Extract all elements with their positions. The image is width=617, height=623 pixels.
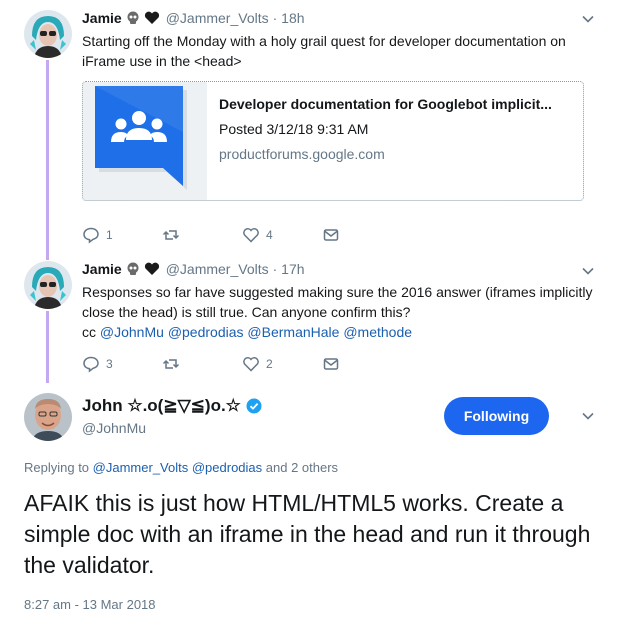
black-heart-icon [144,11,160,25]
author-handle[interactable]: @Jammer_Volts [166,261,269,277]
retweet-icon [162,230,180,240]
replying-to: Replying to @Jammer_Volts @pedrodias and… [24,460,338,475]
thread-line [46,311,49,383]
tweet-time[interactable]: · 18h [273,10,305,26]
author-handle[interactable]: @Jammer_Volts [166,10,269,26]
link-card[interactable]: Developer documentation for Googlebot im… [82,81,584,201]
skull-icon [126,262,140,276]
author-name[interactable]: Jamie [82,261,122,277]
mail-icon [323,358,339,370]
avatar[interactable] [24,10,72,58]
author-name[interactable]: Jamie [82,10,122,26]
retweet-button[interactable] [162,226,242,244]
author-handle[interactable]: @JohnMu [82,420,262,436]
reply-button[interactable]: 3 [82,355,162,373]
message-button[interactable] [322,226,402,244]
replying-prefix: Replying to [24,460,90,475]
main-tweet-text: AFAIK this is just how HTML/HTML5 works.… [24,490,591,578]
reply-count: 3 [106,357,113,371]
tweet-actions: 1 4 [82,225,402,245]
avatar[interactable] [24,393,72,441]
verified-icon [246,398,262,414]
replying-suffix[interactable]: and 2 others [266,460,338,475]
like-count: 4 [266,228,273,242]
google-groups-logo [95,86,187,190]
cc-prefix: cc [82,324,96,340]
heart-icon [243,228,259,243]
message-button[interactable] [322,355,402,373]
reply-icon [83,356,99,373]
mention-link[interactable]: @JohnMu [100,324,164,340]
following-button[interactable]: Following [444,397,549,435]
tweet-text: Starting off the Monday with a holy grai… [82,33,566,69]
reply-icon [83,227,99,244]
author-block: John ☆.o(≧▽≦)o.☆ @JohnMu [82,396,262,436]
author-name[interactable]: John ☆.o(≧▽≦)o.☆ [82,396,241,416]
card-domain: productforums.google.com [219,146,385,162]
tweet-header: Jamie @Jammer_Volts · 18h [82,8,593,28]
card-image [83,82,207,200]
like-count: 2 [266,357,273,371]
tweet-text: Responses so far have suggested making s… [82,284,593,320]
mention-link[interactable]: @methode [343,324,412,340]
skull-icon [126,11,140,25]
mention-link[interactable]: @Jammer_Volts [93,460,189,475]
mention-link[interactable]: @BermanHale [247,324,339,340]
heart-icon [243,357,259,372]
chevron-down-icon[interactable] [581,12,595,26]
chevron-down-icon[interactable] [581,409,595,423]
tweet: Jamie @Jammer_Volts · 17h Responses so f… [82,259,593,342]
tweet-header: Jamie @Jammer_Volts · 17h [82,259,593,279]
card-date: Posted 3/12/18 9:31 AM [219,121,369,137]
card-title: Developer documentation for Googlebot im… [219,96,552,112]
reply-button[interactable]: 1 [82,226,162,244]
timestamp[interactable]: 8:27 am - 13 Mar 2018 [24,597,156,612]
card-body: Developer documentation for Googlebot im… [207,82,552,200]
mention-link[interactable]: @pedrodias [168,324,244,340]
mail-icon [323,229,339,241]
black-heart-icon [144,262,160,276]
reply-count: 1 [106,228,113,242]
tweet-time[interactable]: · 17h [273,261,305,277]
retweet-icon [162,359,180,369]
tweet: Jamie @Jammer_Volts · 18h Starting off t… [82,8,593,71]
avatar[interactable] [24,261,72,309]
tweet-actions: 3 2 [82,354,402,374]
mention-link[interactable]: @pedrodias [192,460,262,475]
like-button[interactable]: 2 [242,355,322,373]
retweet-button[interactable] [162,355,242,373]
cc-line: cc @JohnMu @pedrodias @BermanHale @metho… [82,322,593,342]
thread-line [46,60,49,260]
chevron-down-icon[interactable] [581,264,595,278]
like-button[interactable]: 4 [242,226,322,244]
